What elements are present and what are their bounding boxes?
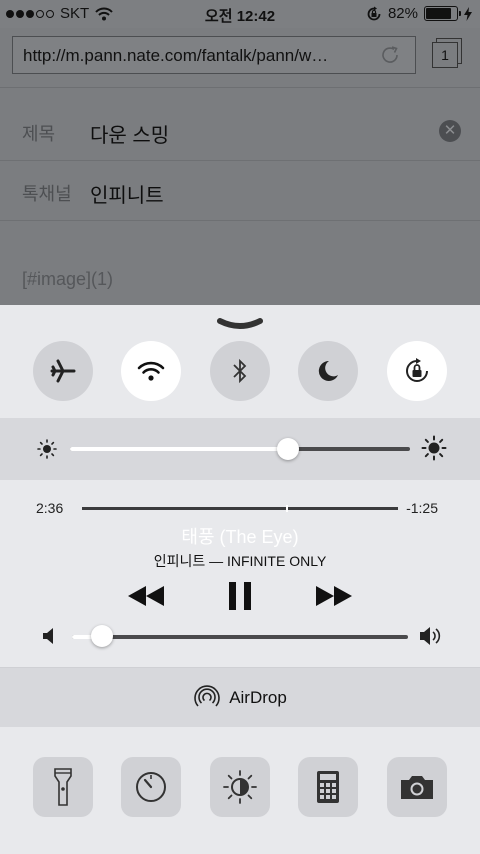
browser-toolbar: http://m.pann.nate.com/fantalk/pann/w… 1: [0, 28, 480, 88]
now-playing-panel: 2:36 -1:25 태풍 (The Eye) 인피니트 — INFINITE …: [0, 480, 480, 667]
control-center: 2:36 -1:25 태풍 (The Eye) 인피니트 — INFINITE …: [0, 305, 480, 854]
rotation-lock-icon: [406, 358, 428, 382]
status-right: 82%: [366, 5, 472, 22]
playback-position-marker[interactable]: [286, 505, 289, 512]
wifi-toggle[interactable]: [121, 341, 181, 401]
channel-row[interactable]: 톡채널 인피니트: [0, 161, 480, 221]
rotation-lock-toggle[interactable]: [387, 341, 447, 401]
airdrop-content: AirDrop: [0, 684, 480, 712]
status-bar: SKT 오전 12:42 82%: [0, 0, 480, 28]
wifi-icon: [137, 361, 165, 381]
flashlight-icon: [54, 768, 72, 806]
fast-forward-icon: [316, 586, 352, 606]
brightness-high-icon: [421, 435, 447, 461]
rotation-lock-status-icon: [367, 6, 381, 20]
rewind-button[interactable]: [126, 580, 166, 612]
volume-high-icon: [420, 627, 441, 645]
url-field[interactable]: http://m.pann.nate.com/fantalk/pann/w…: [12, 36, 416, 74]
tabs-button[interactable]: 1: [432, 38, 462, 72]
brightness-fill: [70, 447, 288, 451]
volume-slider[interactable]: [72, 635, 408, 639]
airdrop-label: AirDrop: [229, 688, 287, 707]
pause-icon: [229, 582, 251, 610]
transport-controls: [0, 576, 480, 616]
artist-album: 인피니트 — INFINITE ONLY: [153, 553, 327, 569]
charging-bolt-icon: [464, 6, 472, 21]
calculator-icon: [317, 771, 339, 803]
title-input[interactable]: 다운 스밍: [90, 119, 169, 148]
brightness-low-icon: [37, 439, 57, 459]
rewind-icon: [128, 586, 164, 606]
moon-icon: [318, 360, 338, 381]
title-label: 제목: [22, 124, 56, 144]
toggle-row: [0, 341, 480, 419]
battery-icon: [424, 6, 461, 21]
channel-label: 톡채널: [22, 184, 72, 204]
do-not-disturb-toggle[interactable]: [298, 341, 358, 401]
grabber-chevron-icon[interactable]: [216, 317, 264, 331]
volume-low-icon: [43, 628, 53, 644]
title-row[interactable]: 제목 다운 스밍 ✕: [0, 101, 480, 161]
airplane-mode-toggle[interactable]: [33, 341, 93, 401]
airdrop-icon: [194, 685, 220, 707]
timer-button[interactable]: [121, 757, 181, 817]
fast-forward-button[interactable]: [314, 580, 354, 612]
camera-icon: [401, 776, 433, 799]
battery-percent: 82%: [387, 5, 418, 22]
brightness-knob[interactable]: [276, 438, 299, 460]
song-title: 태풍 (The Eye): [181, 527, 299, 547]
playback-scrubber[interactable]: [82, 507, 398, 510]
remaining-time: -1:25: [406, 500, 438, 516]
url-text: http://m.pann.nate.com/fantalk/pann/w…: [23, 46, 329, 65]
channel-value[interactable]: 인피니트: [90, 179, 164, 208]
volume-knob[interactable]: [91, 625, 114, 647]
airplane-icon: [50, 359, 76, 383]
pause-button[interactable]: [224, 578, 256, 614]
bluetooth-toggle[interactable]: [210, 341, 270, 401]
calculator-button[interactable]: [298, 757, 358, 817]
post-body-text[interactable]: [#image](1): [22, 269, 113, 290]
bluetooth-icon: [233, 358, 247, 384]
flashlight-button[interactable]: [33, 757, 93, 817]
clear-title-button[interactable]: ✕: [439, 120, 461, 142]
night-shift-icon: [223, 770, 257, 804]
tab-count: 1: [432, 42, 458, 68]
quick-tools-row: [0, 757, 480, 817]
reload-icon[interactable]: [379, 44, 401, 66]
night-shift-button[interactable]: [210, 757, 270, 817]
timer-icon: [136, 772, 166, 802]
elapsed-time: 2:36: [36, 500, 64, 516]
airdrop-button[interactable]: AirDrop: [0, 667, 480, 727]
camera-button[interactable]: [387, 757, 447, 817]
brightness-panel: [0, 418, 480, 480]
